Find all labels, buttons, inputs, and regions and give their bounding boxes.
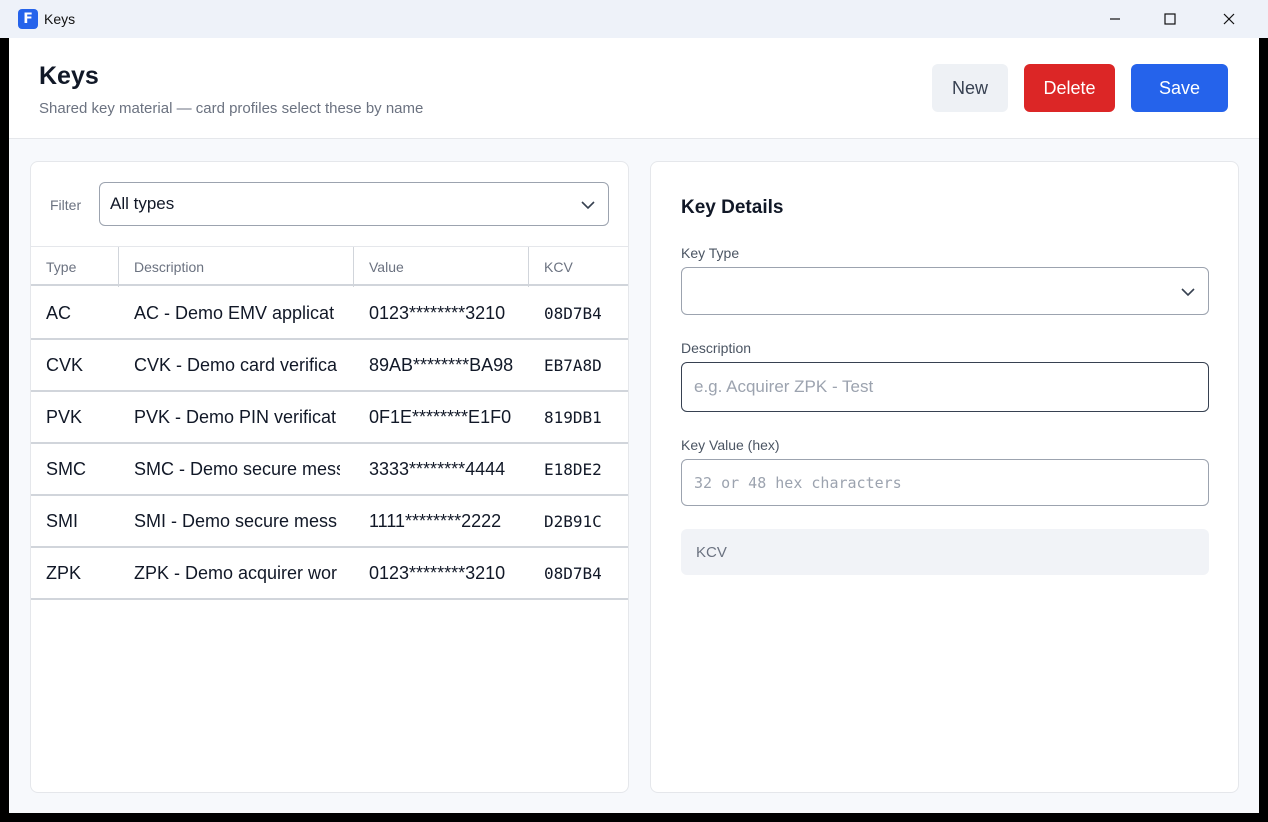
page-title: Keys — [39, 62, 99, 90]
table-row[interactable]: SMC SMC - Demo secure mess 3333********444… — [31, 444, 628, 496]
filter-label: Filter — [50, 197, 82, 213]
kcv-label: KCV — [696, 543, 727, 561]
details-title: Key Details — [681, 197, 784, 218]
cell-type: SMC — [46, 458, 86, 479]
cell-value: 89AB********BA98 — [369, 354, 514, 375]
cell-value: 0123********3210 — [369, 562, 506, 583]
key-value-input[interactable]: 32 or 48 hex characters — [681, 459, 1209, 506]
close-icon — [1223, 13, 1235, 25]
cell-kcv: 08D7B4 — [544, 303, 602, 323]
cell-value: 0F1E********E1F0 — [369, 406, 512, 427]
chevron-down-icon — [580, 197, 596, 218]
cell-value: 0123********3210 — [369, 302, 506, 323]
kcv-readonly-field: KCV — [681, 529, 1209, 575]
key-value-placeholder: 32 or 48 hex characters — [694, 473, 902, 492]
cell-kcv: 08D7B4 — [544, 563, 602, 583]
filter-selected-value: All types — [110, 194, 175, 213]
new-button[interactable]: New — [932, 64, 1008, 112]
chevron-down-icon — [1180, 284, 1196, 305]
column-header-kcv[interactable]: KCV — [529, 247, 628, 287]
cell-value: 3333********4444 — [369, 458, 506, 479]
cell-kcv: 819DB1 — [544, 407, 602, 427]
minimize-button[interactable] — [1092, 0, 1138, 38]
app-logo-icon: F — [18, 9, 38, 29]
title-bar: F Keys — [0, 0, 1268, 38]
cell-value: 1111********2222 — [369, 510, 502, 531]
keys-list-panel: Filter All types Type Description Value … — [30, 161, 629, 793]
cell-description: SMI - Demo secure mess — [134, 510, 338, 531]
description-label: Description — [681, 340, 752, 356]
column-header-type[interactable]: Type — [31, 247, 118, 287]
table-row[interactable]: AC AC - Demo EMV applicat 0123********3210… — [31, 288, 628, 340]
cell-description: PVK - Demo PIN verificat — [134, 406, 337, 427]
filter-dropdown[interactable]: All types — [99, 182, 609, 226]
cell-kcv: E18DE2 — [544, 459, 602, 479]
cell-type: ZPK — [46, 562, 82, 583]
key-type-dropdown[interactable] — [681, 267, 1209, 315]
cell-kcv: D2B91C — [544, 511, 602, 531]
table-row[interactable]: ZPK ZPK - Demo acquirer wor 0123********32… — [31, 548, 628, 600]
main-window: Keys Shared key material — card profiles… — [9, 38, 1259, 813]
table-header: Type Description Value KCV — [31, 246, 628, 287]
cell-type: SMI — [46, 510, 79, 531]
description-input[interactable]: e.g. Acquirer ZPK - Test — [681, 362, 1209, 412]
cell-type: PVK — [46, 406, 83, 427]
cell-description: AC - Demo EMV applicat — [134, 302, 335, 323]
table-row[interactable]: CVK CVK - Demo card verifica 89AB********B… — [31, 340, 628, 392]
cell-type: CVK — [46, 354, 84, 375]
maximize-button[interactable] — [1147, 0, 1193, 38]
cell-description: SMC - Demo secure mess — [134, 458, 340, 479]
maximize-icon — [1164, 13, 1176, 25]
cell-description: CVK - Demo card verifica — [134, 354, 338, 375]
cell-description: ZPK - Demo acquirer wor — [134, 562, 338, 583]
cell-kcv: EB7A8D — [544, 355, 602, 375]
window-title: Keys — [44, 11, 76, 27]
delete-button[interactable]: Delete — [1024, 64, 1115, 112]
minimize-icon — [1110, 18, 1120, 20]
page-subtitle: Shared key material — card profiles sele… — [39, 100, 424, 117]
description-placeholder: e.g. Acquirer ZPK - Test — [694, 377, 874, 396]
close-button[interactable] — [1206, 0, 1252, 38]
table-row[interactable]: SMI SMI - Demo secure mess 1111********222… — [31, 496, 628, 548]
key-details-panel: Key Details Key Type Description e.g. Ac… — [650, 161, 1239, 793]
column-header-value[interactable]: Value — [354, 247, 528, 287]
column-header-description[interactable]: Description — [119, 247, 353, 287]
table-row[interactable]: PVK PVK - Demo PIN verificat 0F1E********E… — [31, 392, 628, 444]
key-type-label: Key Type — [681, 245, 740, 261]
page-header: Keys Shared key material — card profiles… — [9, 38, 1259, 139]
key-value-label: Key Value (hex) — [681, 437, 780, 453]
cell-type: AC — [46, 302, 72, 323]
save-button[interactable]: Save — [1131, 64, 1228, 112]
